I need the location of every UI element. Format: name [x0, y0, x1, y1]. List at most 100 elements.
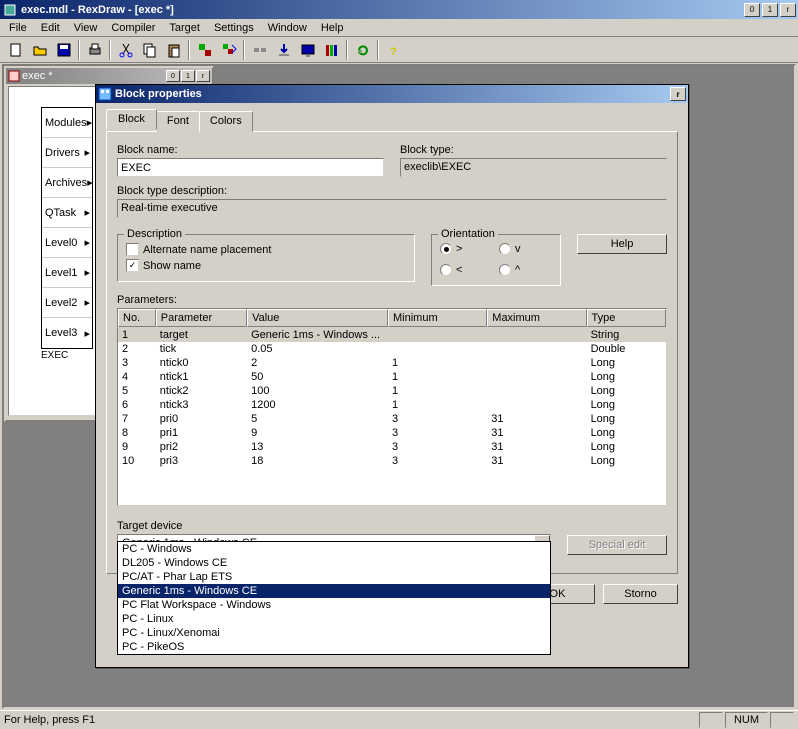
dropdown-option[interactable]: DL205 - Windows CE	[118, 556, 550, 570]
toolbar: ?	[0, 37, 798, 63]
menu-file[interactable]: File	[2, 20, 34, 36]
save-icon[interactable]	[52, 39, 75, 61]
child-title-text: exec *	[20, 70, 165, 82]
alt-placement-checkbox[interactable]	[126, 243, 139, 256]
label-block-type: Block type:	[400, 144, 667, 156]
connect-icon[interactable]	[248, 39, 271, 61]
status-pane-num: NUM	[725, 712, 768, 728]
table-row[interactable]: 5ntick21001Long	[118, 384, 666, 398]
child-close-button[interactable]: r	[196, 70, 210, 82]
paste-icon[interactable]	[162, 39, 185, 61]
table-row[interactable]: 8pri19331Long	[118, 426, 666, 440]
child-minimize-button[interactable]: 0	[166, 70, 180, 82]
monitor-icon[interactable]	[296, 39, 319, 61]
dropdown-option[interactable]: PC - Linux	[118, 612, 550, 626]
menu-target[interactable]: Target	[162, 20, 207, 36]
dropdown-option[interactable]: PC/AT - Phar Lap ETS	[118, 570, 550, 584]
th-parameter[interactable]: Parameter	[156, 309, 247, 327]
child-icon	[8, 70, 20, 82]
alt-placement-label: Alternate name placement	[143, 244, 271, 256]
table-row[interactable]: 7pri05331Long	[118, 412, 666, 426]
dropdown-option[interactable]: PC - Linux/Xenomai	[118, 626, 550, 640]
description-group: Description Alternate name placement ✓ S…	[117, 234, 415, 282]
dropdown-option[interactable]: PC - Windows	[118, 542, 550, 556]
block-properties-dialog: Block properties r Block Font Colors Blo…	[95, 84, 689, 668]
port-archives[interactable]: Archives▸	[42, 168, 92, 198]
table-header: No. Parameter Value Minimum Maximum Type	[117, 308, 667, 328]
port-modules[interactable]: Modules▸	[42, 108, 92, 138]
th-value[interactable]: Value	[247, 309, 388, 327]
library-icon[interactable]	[320, 39, 343, 61]
special-edit-button: Special edit	[567, 535, 667, 555]
menu-settings[interactable]: Settings	[207, 20, 261, 36]
description-legend: Description	[124, 228, 185, 240]
copy-icon[interactable]	[138, 39, 161, 61]
help-button[interactable]: Help	[577, 234, 667, 254]
port-level2[interactable]: Level2▸	[42, 288, 92, 318]
menu-compiler[interactable]: Compiler	[104, 20, 162, 36]
close-button[interactable]: r	[780, 3, 796, 17]
dropdown-option[interactable]: PC - PikeOS	[118, 640, 550, 654]
table-row[interactable]: 4ntick1501Long	[118, 370, 666, 384]
th-type[interactable]: Type	[587, 309, 666, 327]
dialog-title: Block properties	[112, 88, 668, 100]
menu-window[interactable]: Window	[261, 20, 314, 36]
menubar: File Edit View Compiler Target Settings …	[0, 19, 798, 37]
show-name-checkbox[interactable]: ✓	[126, 259, 139, 272]
print-icon[interactable]	[83, 39, 106, 61]
block-name-input[interactable]	[117, 158, 384, 177]
port-qtask[interactable]: QTask▸	[42, 198, 92, 228]
th-no[interactable]: No.	[118, 309, 156, 327]
table-row[interactable]: 10pri318331Long	[118, 454, 666, 468]
th-maximum[interactable]: Maximum	[487, 309, 586, 327]
orient-down-radio[interactable]	[499, 243, 511, 255]
dropdown-option[interactable]: PC Flat Workspace - Windows	[118, 598, 550, 612]
status-pane-blank2	[770, 712, 794, 728]
status-message: For Help, press F1	[4, 714, 697, 726]
dialog-close-button[interactable]: r	[670, 87, 686, 101]
tab-colors[interactable]: Colors	[199, 111, 253, 132]
dropdown-list: PC - WindowsDL205 - Windows CEPC/AT - Ph…	[117, 541, 551, 655]
minimize-button[interactable]: 0	[744, 3, 760, 17]
port-drivers[interactable]: Drivers▸	[42, 138, 92, 168]
menu-view[interactable]: View	[67, 20, 105, 36]
orient-up-radio[interactable]	[499, 264, 511, 276]
orient-right-radio[interactable]	[440, 243, 452, 255]
target-device-label: Target device	[117, 520, 551, 532]
child-maximize-button[interactable]: 1	[181, 70, 195, 82]
table-row[interactable]: 3ntick021Long	[118, 356, 666, 370]
type-desc-value: Real-time executive	[117, 199, 667, 218]
port-level1[interactable]: Level1▸	[42, 258, 92, 288]
table-row[interactable]: 6ntick312001Long	[118, 398, 666, 412]
orient-left-radio[interactable]	[440, 264, 452, 276]
download-icon[interactable]	[272, 39, 295, 61]
table-row[interactable]: 2tick0.05Double	[118, 342, 666, 356]
open-icon[interactable]	[28, 39, 51, 61]
maximize-button[interactable]: 1	[762, 3, 778, 17]
menu-edit[interactable]: Edit	[34, 20, 67, 36]
dialog-titlebar[interactable]: Block properties r	[96, 85, 688, 103]
tab-font[interactable]: Font	[156, 111, 200, 132]
exec-block[interactable]: Modules▸ Drivers▸ Archives▸ QTask▸ Level…	[41, 107, 93, 349]
table-row[interactable]: 9pri213331Long	[118, 440, 666, 454]
storno-button[interactable]: Storno	[603, 584, 678, 604]
dropdown-option[interactable]: Generic 1ms - Windows CE	[118, 584, 550, 598]
th-minimum[interactable]: Minimum	[388, 309, 487, 327]
compile-run-icon[interactable]	[217, 39, 240, 61]
table-row[interactable]: 1targetGeneric 1ms - Windows ...String	[118, 328, 666, 342]
cut-icon[interactable]	[114, 39, 137, 61]
orientation-group: Orientation > v < ^	[431, 234, 561, 286]
menu-help[interactable]: Help	[314, 20, 351, 36]
label-block-name: Block name:	[117, 144, 384, 156]
label-type-desc: Block type description:	[117, 185, 667, 197]
params-label: Parameters:	[117, 294, 667, 306]
port-level0[interactable]: Level0▸	[42, 228, 92, 258]
tab-block[interactable]: Block	[106, 109, 157, 130]
new-icon[interactable]	[4, 39, 27, 61]
params-table: No. Parameter Value Minimum Maximum Type…	[117, 308, 667, 506]
refresh-icon[interactable]	[351, 39, 374, 61]
dialog-icon	[98, 87, 112, 101]
compile-icon[interactable]	[193, 39, 216, 61]
port-level3[interactable]: Level3▸	[42, 318, 92, 348]
help-icon[interactable]: ?	[382, 39, 405, 61]
